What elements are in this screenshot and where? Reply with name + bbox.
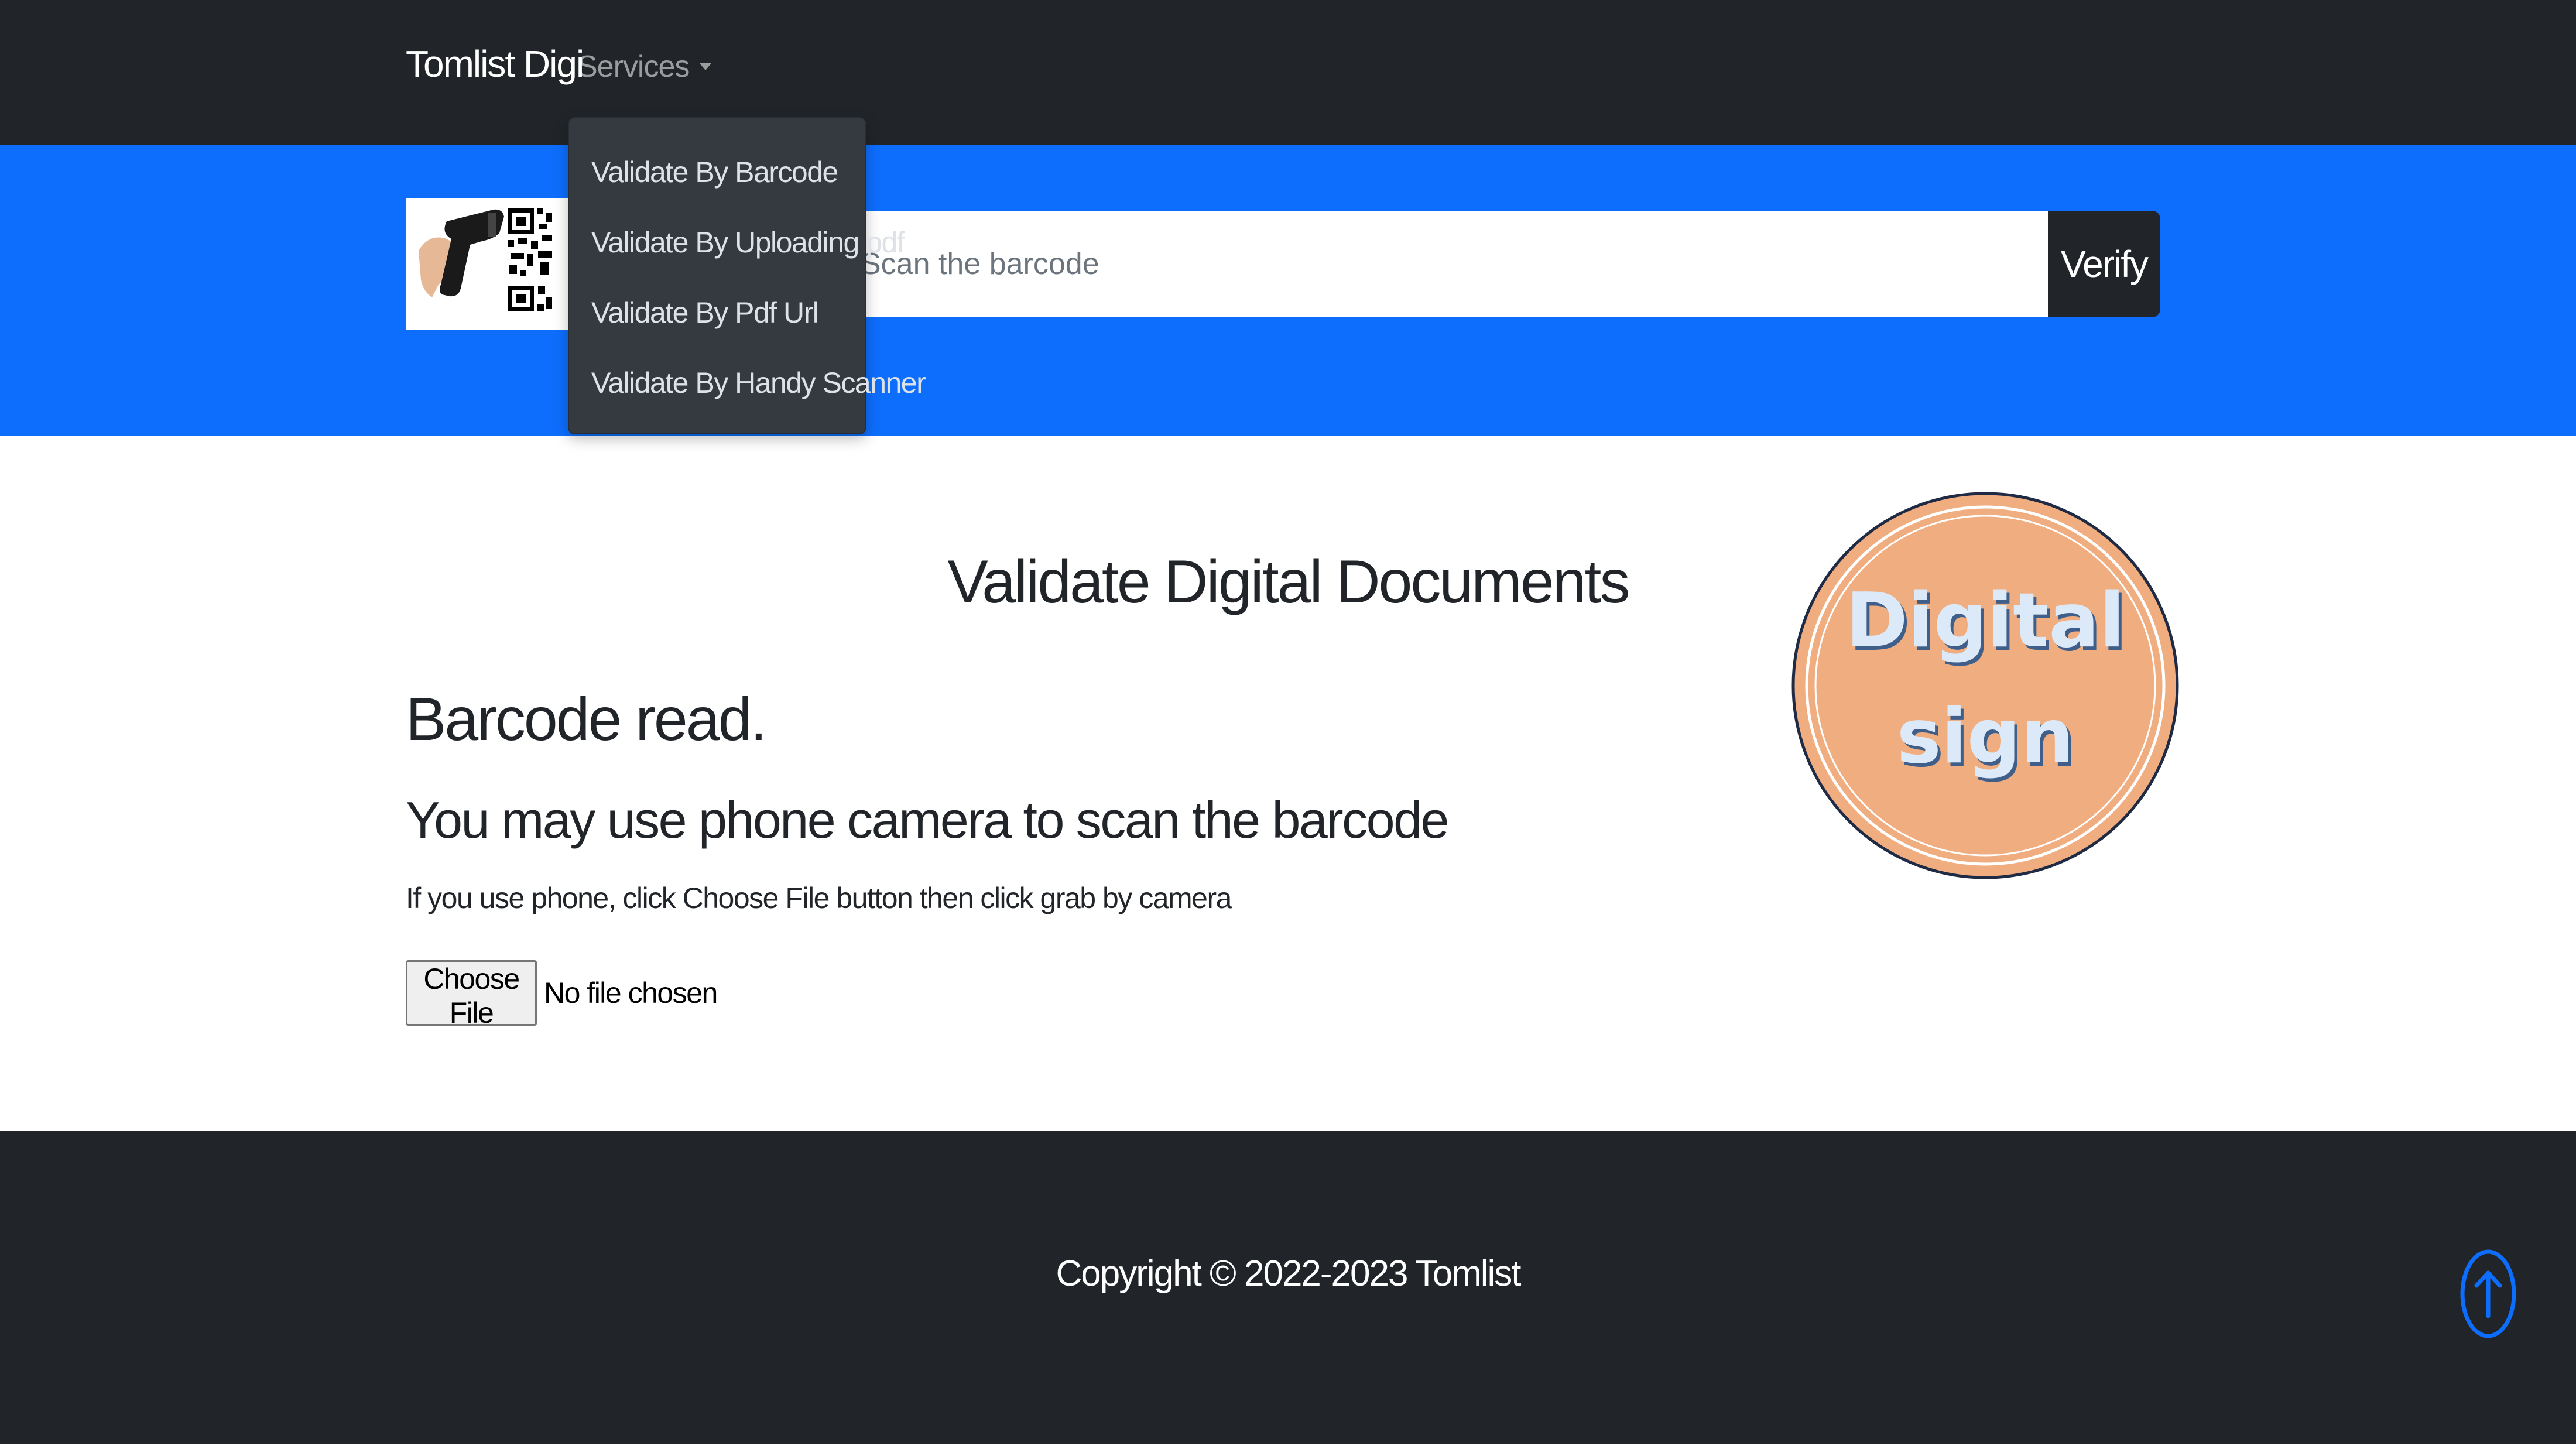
caret-down-icon [700, 63, 712, 70]
barcode-status-heading: Barcode read. [406, 686, 767, 753]
services-dropdown-menu: Validate By Barcode Validate By Uploadin… [568, 117, 926, 434]
dropdown-item-validate-by-barcode[interactable]: Validate By Barcode [569, 143, 865, 213]
copyright-text: Copyright © 2022-2023 Tomlist [1056, 1253, 1522, 1294]
file-input: Choose File No file chosen [406, 960, 718, 1029]
services-label: Services [577, 50, 690, 84]
file-status-text: No file chosen [544, 977, 718, 1009]
digital-sign-seal-graphic: Digital Digital sign sign [1791, 492, 2179, 879]
services-dropdown-toggle[interactable]: Services [577, 49, 712, 84]
dropdown-item-validate-by-handy-scanner[interactable]: Validate By Handy Scanner [569, 354, 926, 424]
page-title: Validate Digital Documents [947, 548, 1630, 616]
dropdown-item-validate-by-uploading-pdf[interactable]: Validate By Uploading pdf [569, 213, 905, 283]
verify-button[interactable]: Verify [2048, 211, 2160, 317]
brand-link[interactable]: Tomlist Digi [406, 42, 584, 85]
digital-sign-seal: Digital Digital sign sign [1790, 491, 2180, 881]
seal-line1: Digital [1845, 577, 2125, 664]
phone-camera-heading: You may use phone camera to scan the bar… [406, 791, 1449, 849]
choose-file-button[interactable]: Choose File [406, 960, 537, 1029]
barcode-input[interactable] [796, 211, 2049, 317]
help-text: If you use phone, click Choose File butt… [406, 882, 1232, 914]
scroll-to-top-button[interactable] [2459, 1247, 2553, 1341]
arrow-up-circle-icon [2460, 1249, 2516, 1338]
barcode-scanner-icon [406, 198, 570, 330]
scanner-qr-illustration [406, 198, 570, 330]
navbar: Tomlist Digi Services [0, 0, 2576, 145]
dropdown-item-validate-by-pdf-url[interactable]: Validate By Pdf Url [569, 283, 865, 354]
seal-line2: sign [1897, 693, 2074, 780]
